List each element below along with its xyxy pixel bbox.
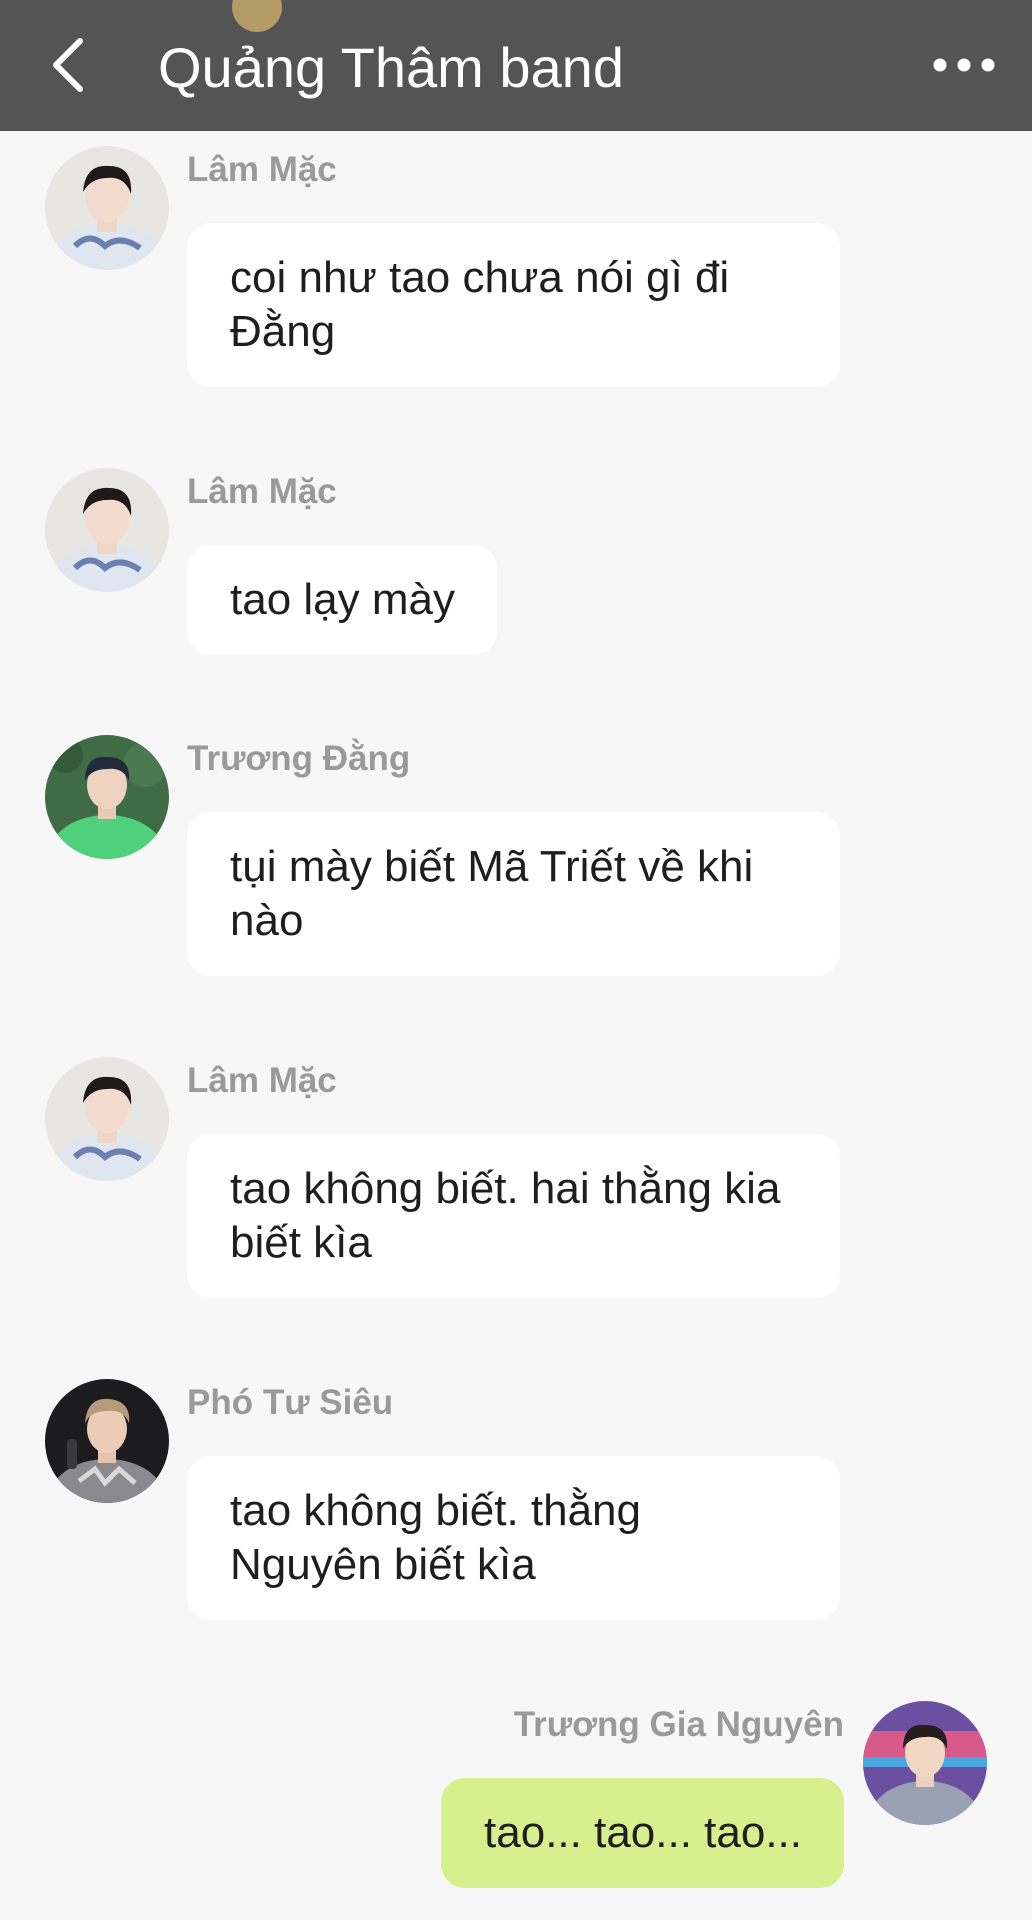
sender-name: Phó Tư Siêu [187, 1383, 394, 1422]
sender-name: Lâm Mặc [187, 1061, 337, 1100]
avatar[interactable] [45, 146, 169, 270]
sender-name: Trương Gia Nguyên [513, 1705, 844, 1744]
avatar[interactable] [45, 735, 169, 859]
avatar[interactable] [45, 468, 169, 592]
back-button[interactable] [38, 32, 98, 98]
chat-title: Quảng Thâm band [158, 36, 624, 99]
sender-name: Trương Đằng [187, 739, 411, 778]
more-options-button[interactable] [926, 40, 1002, 90]
message-bubble[interactable]: tụi mày biết Mã Triết về khi nào [187, 812, 840, 976]
message-bubble[interactable]: coi như tao chưa nói gì đi Đằng [187, 223, 840, 387]
avatar[interactable] [863, 1701, 987, 1825]
sender-name: Lâm Mặc [187, 150, 337, 189]
more-dots-icon [933, 58, 995, 72]
top-bar: Quảng Thâm band [0, 0, 1032, 131]
message-bubble[interactable]: tao lạy mày [187, 545, 497, 655]
message-bubble[interactable]: tao không biết. hai thằng kia biết kìa [187, 1134, 840, 1298]
avatar[interactable] [45, 1379, 169, 1503]
message-bubble[interactable]: tao không biết. thằng Nguyên biết kìa [187, 1456, 840, 1620]
avatar[interactable] [45, 1057, 169, 1181]
message-bubble-self[interactable]: tao... tao... tao... [441, 1778, 844, 1888]
chevron-left-icon [53, 38, 83, 92]
emoji-icon [232, 0, 282, 32]
sender-name: Lâm Mặc [187, 472, 337, 511]
